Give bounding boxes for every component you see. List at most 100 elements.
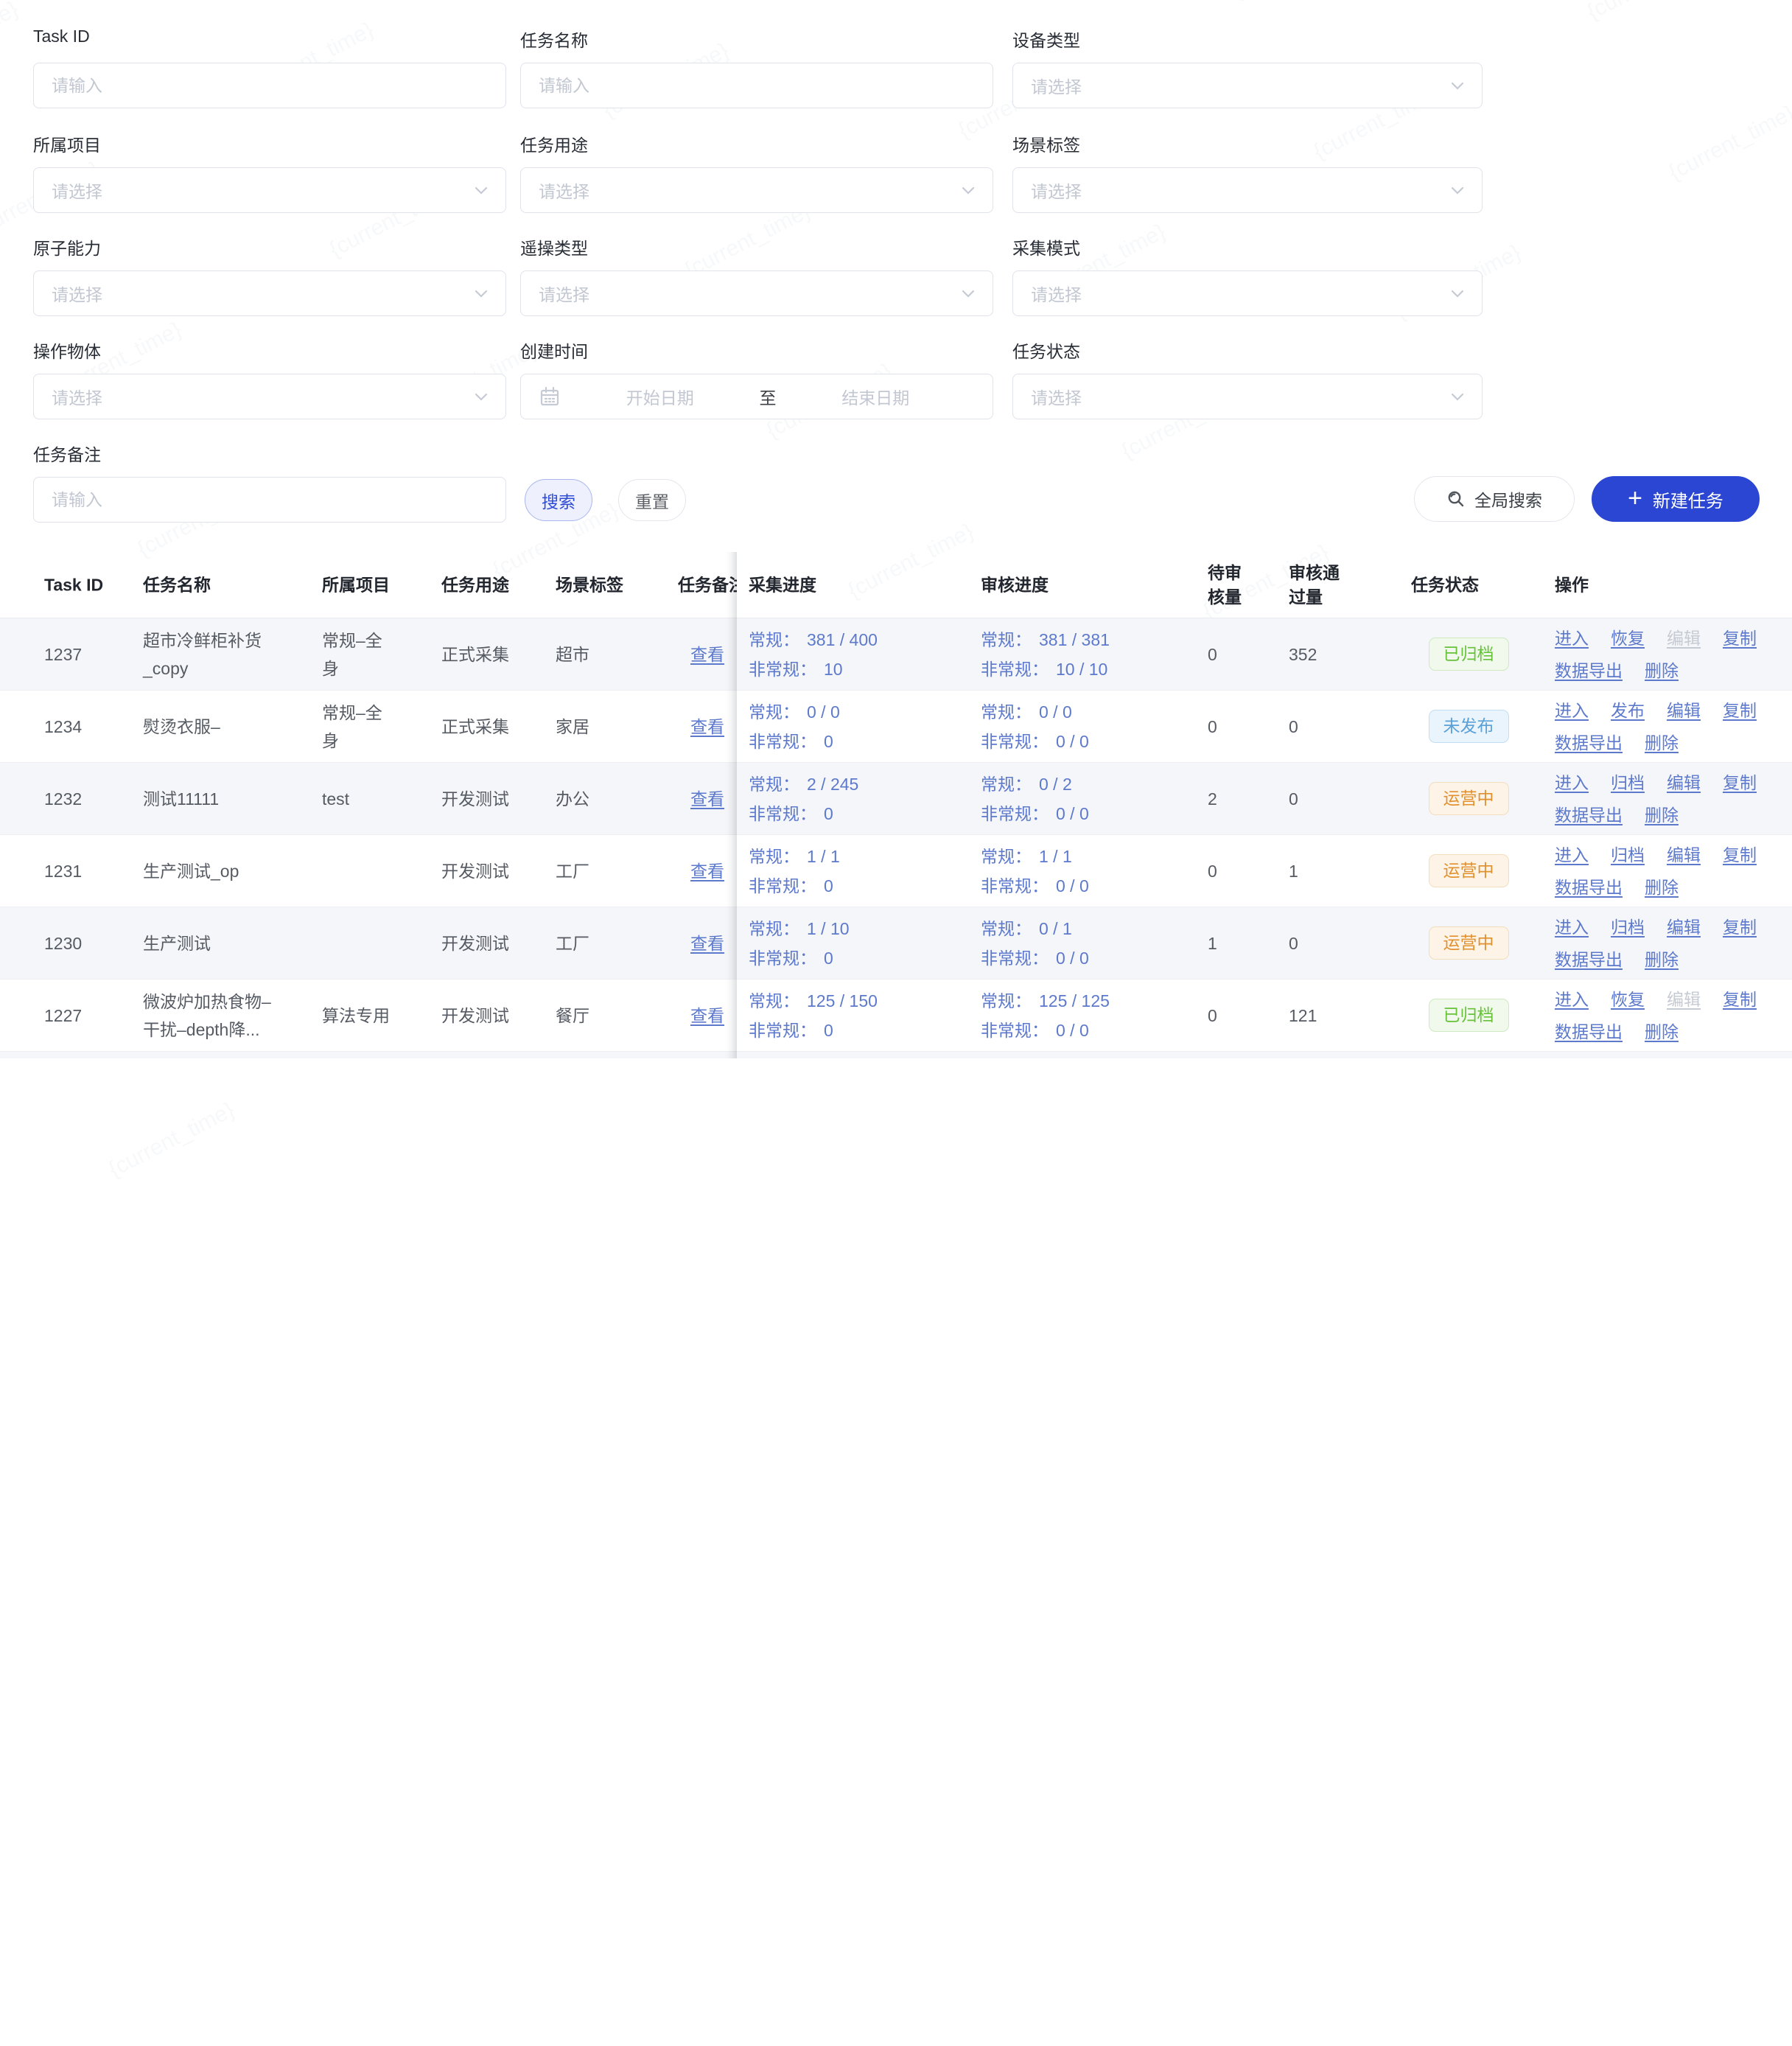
action-link[interactable]: 删除 <box>1645 1017 1679 1047</box>
end-date-placeholder[interactable]: 结束日期 <box>777 384 976 409</box>
cell-status: 已归档 <box>1406 980 1531 1051</box>
cell-project <box>322 835 393 907</box>
reset-button[interactable]: 重置 <box>618 479 686 521</box>
collect-irregular-value: 0 <box>824 1016 833 1045</box>
cell-task-id: 1234 <box>44 691 133 762</box>
action-link[interactable]: 复制 <box>1723 696 1757 725</box>
action-link[interactable]: 数据导出 <box>1555 728 1623 758</box>
action-link[interactable]: 进入 <box>1555 624 1589 653</box>
cell-collect-progress: 常规：0 / 0 非常规：0 <box>749 691 970 762</box>
view-remark-link[interactable]: 查看 <box>690 785 724 813</box>
chevron-down-icon <box>960 285 976 301</box>
action-link[interactable]: 复制 <box>1723 768 1757 797</box>
collect-regular-value: 1 / 1 <box>807 842 840 871</box>
task-id-input[interactable] <box>52 63 488 108</box>
view-remark-link[interactable]: 查看 <box>690 640 724 668</box>
action-link[interactable]: 编辑 <box>1667 912 1701 942</box>
teleop-type-select[interactable]: 请选择 <box>520 270 993 316</box>
cell-pending-count: 0 <box>1208 835 1259 907</box>
table-header-row: Task ID 任务名称 所属项目 任务用途 场景标签 任务备注 采集进度 审核… <box>0 552 1792 618</box>
collect-regular-label: 常规： <box>749 625 799 654</box>
collect-regular-value: 1 / 10 <box>807 914 850 943</box>
action-link[interactable]: 归档 <box>1611 768 1645 797</box>
action-link[interactable]: 删除 <box>1645 656 1679 685</box>
purpose-select[interactable]: 请选择 <box>520 167 993 213</box>
review-irregular-value: 0 / 0 <box>1056 871 1089 901</box>
action-line-1: 进入归档编辑复制 <box>1555 768 1776 797</box>
task-remark-input[interactable] <box>52 478 488 522</box>
action-link[interactable]: 复制 <box>1723 912 1757 942</box>
action-link[interactable]: 恢复 <box>1611 985 1645 1014</box>
new-task-button[interactable]: + 新建任务 <box>1592 476 1760 522</box>
action-link[interactable]: 进入 <box>1555 768 1589 797</box>
cell-review-progress: 常规：0 / 2 非常规：0 / 0 <box>981 763 1194 834</box>
review-regular-value: 381 / 381 <box>1039 625 1110 654</box>
cell-scene: 办公 <box>556 763 659 834</box>
action-link[interactable]: 数据导出 <box>1555 1017 1623 1047</box>
collect-irregular-label: 非常规： <box>749 871 816 901</box>
review-regular-value: 125 / 125 <box>1039 986 1110 1016</box>
table-body: 1237 超市冷鲜柜补货_copy 常规–全身 正式采集 超市 查看 常规：38… <box>0 618 1792 1052</box>
field-label-operate-object: 操作物体 <box>33 338 506 363</box>
collect-regular-value: 381 / 400 <box>807 625 878 654</box>
scene-tag-select[interactable]: 请选择 <box>1012 167 1483 213</box>
field-label-create-time: 创建时间 <box>520 338 993 363</box>
action-link[interactable]: 复制 <box>1723 985 1757 1014</box>
cell-review-progress: 常规：125 / 125 非常规：0 / 0 <box>981 980 1194 1051</box>
search-button[interactable]: 搜索 <box>525 479 592 521</box>
action-link[interactable]: 编辑 <box>1667 768 1701 797</box>
review-regular-label: 常规： <box>981 625 1032 654</box>
collect-mode-select[interactable]: 请选择 <box>1012 270 1483 316</box>
global-search-button[interactable]: 全局搜索 <box>1414 476 1575 522</box>
action-link[interactable]: 进入 <box>1555 985 1589 1014</box>
project-select[interactable]: 请选择 <box>33 167 506 213</box>
review-irregular-label: 非常规： <box>981 654 1049 684</box>
task-name-input[interactable] <box>539 63 975 108</box>
cell-actions: 进入归档编辑复制 数据导出删除 <box>1555 907 1776 979</box>
review-irregular-label: 非常规： <box>981 727 1049 756</box>
action-link[interactable]: 恢复 <box>1611 624 1645 653</box>
task-status-select[interactable]: 请选择 <box>1012 374 1483 419</box>
view-remark-link[interactable]: 查看 <box>690 857 724 885</box>
cell-remark: 查看 <box>678 763 737 834</box>
action-link[interactable]: 编辑 <box>1667 696 1701 725</box>
action-link[interactable]: 删除 <box>1645 800 1679 830</box>
action-link[interactable]: 数据导出 <box>1555 800 1623 830</box>
action-link[interactable]: 进入 <box>1555 696 1589 725</box>
action-link[interactable]: 删除 <box>1645 873 1679 902</box>
action-link[interactable]: 数据导出 <box>1555 873 1623 902</box>
chevron-down-icon <box>473 285 489 301</box>
action-link[interactable]: 进入 <box>1555 912 1589 942</box>
action-link[interactable]: 数据导出 <box>1555 945 1623 974</box>
view-remark-link[interactable]: 查看 <box>690 1002 724 1030</box>
collect-irregular-value: 0 <box>824 727 833 756</box>
review-regular-label: 常规： <box>981 697 1032 727</box>
view-remark-link[interactable]: 查看 <box>690 929 724 957</box>
device-type-select[interactable]: 请选择 <box>1012 63 1483 108</box>
action-link[interactable]: 编辑 <box>1667 840 1701 870</box>
cell-actions: 进入归档编辑复制 数据导出删除 <box>1555 835 1776 907</box>
review-regular-value: 0 / 2 <box>1039 769 1072 799</box>
action-link[interactable]: 归档 <box>1611 912 1645 942</box>
action-link[interactable]: 进入 <box>1555 840 1589 870</box>
action-link[interactable]: 复制 <box>1723 624 1757 653</box>
cell-remark: 查看 <box>678 980 737 1051</box>
view-remark-link[interactable]: 查看 <box>690 713 724 741</box>
field-label-task-status: 任务状态 <box>1012 338 1483 363</box>
create-time-range-picker[interactable]: 开始日期 至 结束日期 <box>520 374 993 419</box>
action-link[interactable]: 删除 <box>1645 945 1679 974</box>
collect-regular-value: 2 / 245 <box>807 769 858 799</box>
action-line-2: 数据导出删除 <box>1555 945 1776 974</box>
action-link[interactable]: 删除 <box>1645 728 1679 758</box>
operate-object-select[interactable]: 请选择 <box>33 374 506 419</box>
action-link[interactable]: 发布 <box>1611 696 1645 725</box>
field-label-atomic-ability: 原子能力 <box>33 234 506 259</box>
start-date-placeholder[interactable]: 开始日期 <box>561 384 760 409</box>
cell-task-id: 1232 <box>44 763 133 834</box>
action-link[interactable]: 归档 <box>1611 840 1645 870</box>
action-link[interactable]: 复制 <box>1723 840 1757 870</box>
atomic-ability-select[interactable]: 请选择 <box>33 270 506 316</box>
action-link[interactable]: 数据导出 <box>1555 656 1623 685</box>
cell-approved-count: 0 <box>1289 907 1370 979</box>
header-remark: 任务备注 <box>678 573 737 597</box>
